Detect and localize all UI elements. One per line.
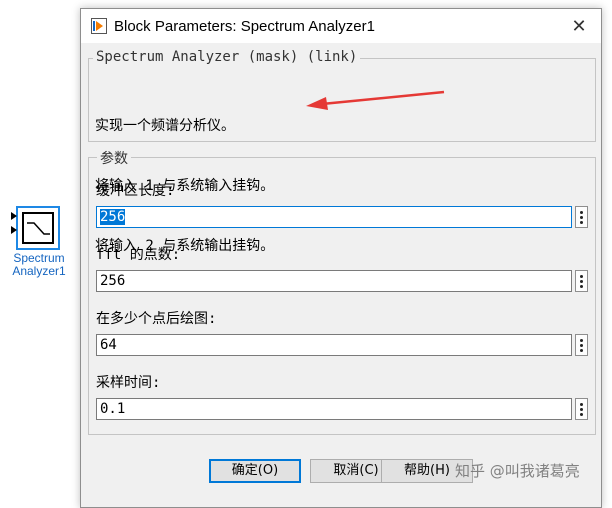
- annotation-arrow: [306, 90, 445, 110]
- watermark: 知乎 @叫我诸葛亮: [455, 462, 580, 480]
